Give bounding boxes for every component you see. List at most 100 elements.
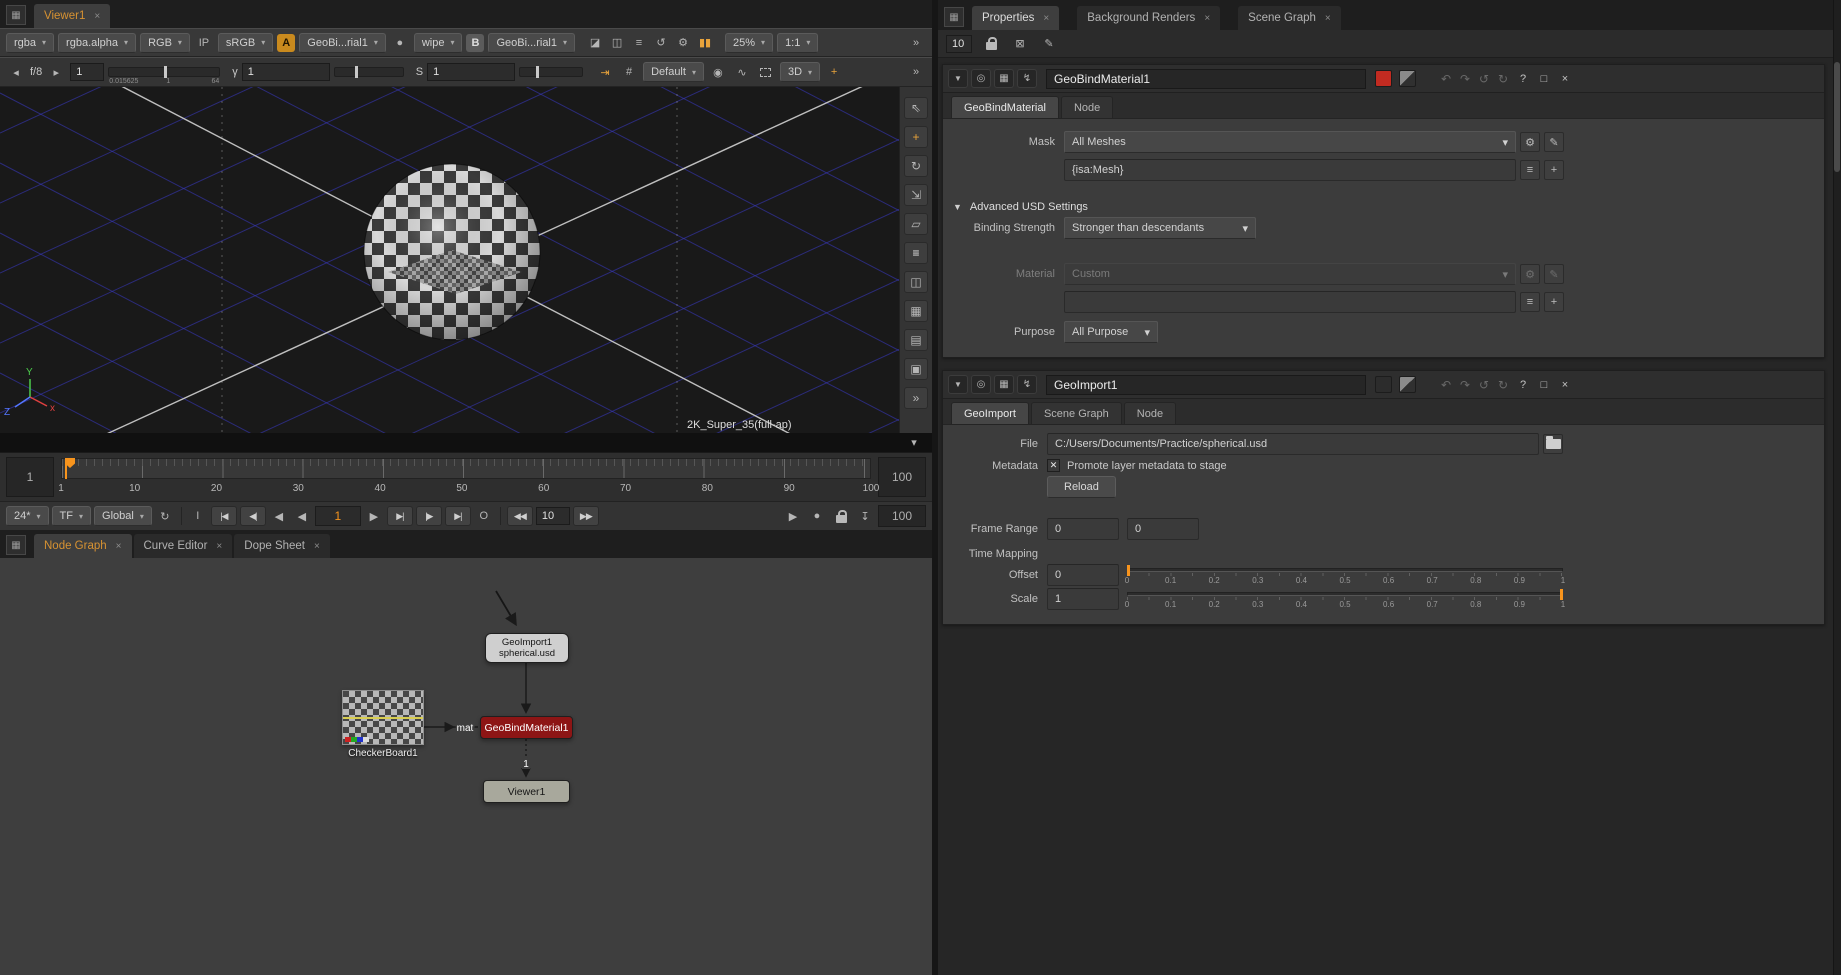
undo-icon[interactable]: ↶ xyxy=(1438,378,1454,392)
jump-forward-button[interactable]: ▶▶ xyxy=(573,506,599,526)
next-keyframe-button[interactable]: |▶ xyxy=(416,506,442,526)
wipe-mode-dropdown[interactable]: wipe▾ xyxy=(414,33,463,53)
max-panels-field[interactable]: 10 xyxy=(946,35,972,53)
channels-list-icon[interactable]: ≡ xyxy=(629,33,649,53)
float-panel-icon[interactable]: □ xyxy=(1535,73,1553,85)
close-panel-icon[interactable]: × xyxy=(1556,379,1574,391)
play-button[interactable]: ▶ xyxy=(364,506,384,526)
tab-background-renders[interactable]: Background Renders × xyxy=(1077,6,1220,30)
step-back-button[interactable]: ◀ xyxy=(269,506,289,526)
refresh-icon[interactable]: ↺ xyxy=(651,33,671,53)
render-settings-gear-icon[interactable]: ⚙ xyxy=(673,33,693,53)
camera-icon[interactable]: ◉ xyxy=(708,62,728,82)
tab-properties[interactable]: Properties × xyxy=(972,6,1059,30)
frame-range-end-field[interactable]: 0 xyxy=(1127,518,1199,540)
material-path-field[interactable] xyxy=(1064,291,1516,313)
clear-panels-icon[interactable]: ⊠ xyxy=(1010,34,1030,54)
wipe-center-icon[interactable]: ● xyxy=(390,33,410,53)
saturation-slider[interactable] xyxy=(519,67,583,77)
layout-rows-icon[interactable]: ≡ xyxy=(904,242,928,264)
nodegraph-icon[interactable]: ▦ xyxy=(994,69,1014,88)
node-geobindmaterial1[interactable]: GeoBindMaterial1 xyxy=(480,716,573,739)
toolbar-overflow-chevron-icon[interactable]: » xyxy=(906,33,926,53)
expression-list-icon[interactable]: ≡ xyxy=(1520,292,1540,312)
gamma-slider[interactable] xyxy=(334,67,404,77)
jump-back-button[interactable]: ◀◀ xyxy=(507,506,533,526)
input-b-dropdown[interactable]: GeoBi...rial1▾ xyxy=(488,33,575,53)
file-path-field[interactable]: C:/Users/Documents/Practice/spherical.us… xyxy=(1047,433,1539,455)
mask-gear-icon[interactable]: ⚙ xyxy=(1520,132,1540,152)
wipe-color-swatch[interactable] xyxy=(1399,376,1416,393)
lock-range-icon[interactable] xyxy=(831,506,851,526)
rotate-icon[interactable]: ↻ xyxy=(904,155,928,177)
reload-icon[interactable]: ↻ xyxy=(1495,72,1511,86)
step-forward-button[interactable]: ▶| xyxy=(387,506,413,526)
file-browse-icon[interactable] xyxy=(1543,434,1563,454)
node-color-swatch[interactable] xyxy=(1375,376,1392,393)
wave-icon[interactable]: ∿ xyxy=(732,62,752,82)
close-icon[interactable]: × xyxy=(1043,13,1049,24)
pause-icon[interactable]: ▮▮ xyxy=(695,33,715,53)
properties-scrollbar[interactable] xyxy=(1833,0,1841,975)
flipbook-icon[interactable]: ▶ xyxy=(783,506,803,526)
node-name-field[interactable]: GeoImport1 xyxy=(1046,375,1366,395)
frame-range-start-field[interactable]: 0 xyxy=(1047,518,1119,540)
fps-dropdown[interactable]: 24*▾ xyxy=(6,506,49,526)
revert-icon[interactable]: ↺ xyxy=(1476,378,1492,392)
expression-list-icon[interactable]: ≡ xyxy=(1520,160,1540,180)
input-lightning-icon[interactable]: ↯ xyxy=(1017,375,1037,394)
node-geoimport1[interactable]: GeoImport1 spherical.usd xyxy=(485,633,569,663)
scale-icon[interactable]: ⇲ xyxy=(904,184,928,206)
tab-node[interactable]: Node xyxy=(1124,402,1176,424)
tab-node[interactable]: Node xyxy=(1061,96,1113,118)
wipe-color-swatch[interactable] xyxy=(1399,70,1416,87)
expression-target-icon[interactable]: + xyxy=(1544,160,1564,180)
range-in-box[interactable]: 1 xyxy=(6,457,54,497)
gain-slider[interactable]: 0.015625 1 64 xyxy=(108,67,220,77)
timeline-frame-mode-dropdown[interactable]: TF▾ xyxy=(52,506,91,526)
layout-over-icon[interactable]: ▤ xyxy=(904,329,928,351)
checkerboard-thumbnail[interactable] xyxy=(342,690,424,745)
tab-dope-sheet[interactable]: Dope Sheet × xyxy=(234,534,330,558)
roi-icon[interactable] xyxy=(756,62,776,82)
lock-panels-icon[interactable] xyxy=(981,34,1001,54)
prev-keyframe-button[interactable]: ◀| xyxy=(240,506,266,526)
material-dropdown[interactable]: Custom ▾ xyxy=(1064,263,1516,285)
3d-viewport[interactable]: Y x Z 2K_Super_35(full-ap) xyxy=(0,87,899,433)
node-viewer1[interactable]: Viewer1 xyxy=(483,780,570,803)
reload-icon[interactable]: ↻ xyxy=(1495,378,1511,392)
play-reverse-button[interactable]: ◀ xyxy=(292,506,312,526)
tab-scene-graph[interactable]: Scene Graph xyxy=(1031,402,1122,424)
layout-2up-icon[interactable]: ◫ xyxy=(904,271,928,293)
panel-menu-icon[interactable]: ▦ xyxy=(6,535,26,555)
zoom-dropdown[interactable]: 25%▾ xyxy=(725,33,773,53)
input-a-dropdown[interactable]: GeoBi...rial1▾ xyxy=(299,33,386,53)
channels-dropdown[interactable]: rgba▾ xyxy=(6,33,54,53)
center-node-icon[interactable]: ◎ xyxy=(971,69,991,88)
playhead[interactable] xyxy=(65,458,67,479)
tab-node-graph[interactable]: Node Graph × xyxy=(34,534,132,558)
framehold-icon[interactable]: ⇥ xyxy=(595,62,615,82)
proxy-grid-icon[interactable]: # xyxy=(619,62,639,82)
undo-icon[interactable]: ↶ xyxy=(1438,72,1454,86)
alpha-channel-dropdown[interactable]: rgba.alpha▾ xyxy=(58,33,136,53)
close-icon[interactable]: × xyxy=(116,541,122,552)
saturation-input[interactable]: 1 xyxy=(427,63,515,81)
toolbar2-overflow-chevron-icon[interactable]: » xyxy=(906,62,926,82)
wipe-split-icon[interactable]: ◪ xyxy=(585,33,605,53)
out-point-button[interactable]: O xyxy=(474,506,494,526)
tab-scene-graph[interactable]: Scene Graph × xyxy=(1238,6,1341,30)
tab-geoimport[interactable]: GeoImport xyxy=(951,402,1029,424)
expression-target-icon[interactable]: + xyxy=(1544,292,1564,312)
input-process-toggle[interactable]: IP xyxy=(194,33,214,53)
redo-icon[interactable]: ↷ xyxy=(1457,72,1473,86)
input-a-badge[interactable]: A xyxy=(277,34,295,52)
translate-icon[interactable]: + xyxy=(904,126,928,148)
select-cursor-icon[interactable]: ⇖ xyxy=(904,97,928,119)
promote-metadata-checkbox[interactable]: ✕ xyxy=(1047,459,1060,472)
input-b-badge[interactable]: B xyxy=(466,34,484,52)
mask-expression-field[interactable]: {isa:Mesh} xyxy=(1064,159,1516,181)
skew-icon[interactable]: ▱ xyxy=(904,213,928,235)
lut-dropdown[interactable]: Default▾ xyxy=(643,62,704,82)
timeline-track[interactable] xyxy=(61,458,871,479)
